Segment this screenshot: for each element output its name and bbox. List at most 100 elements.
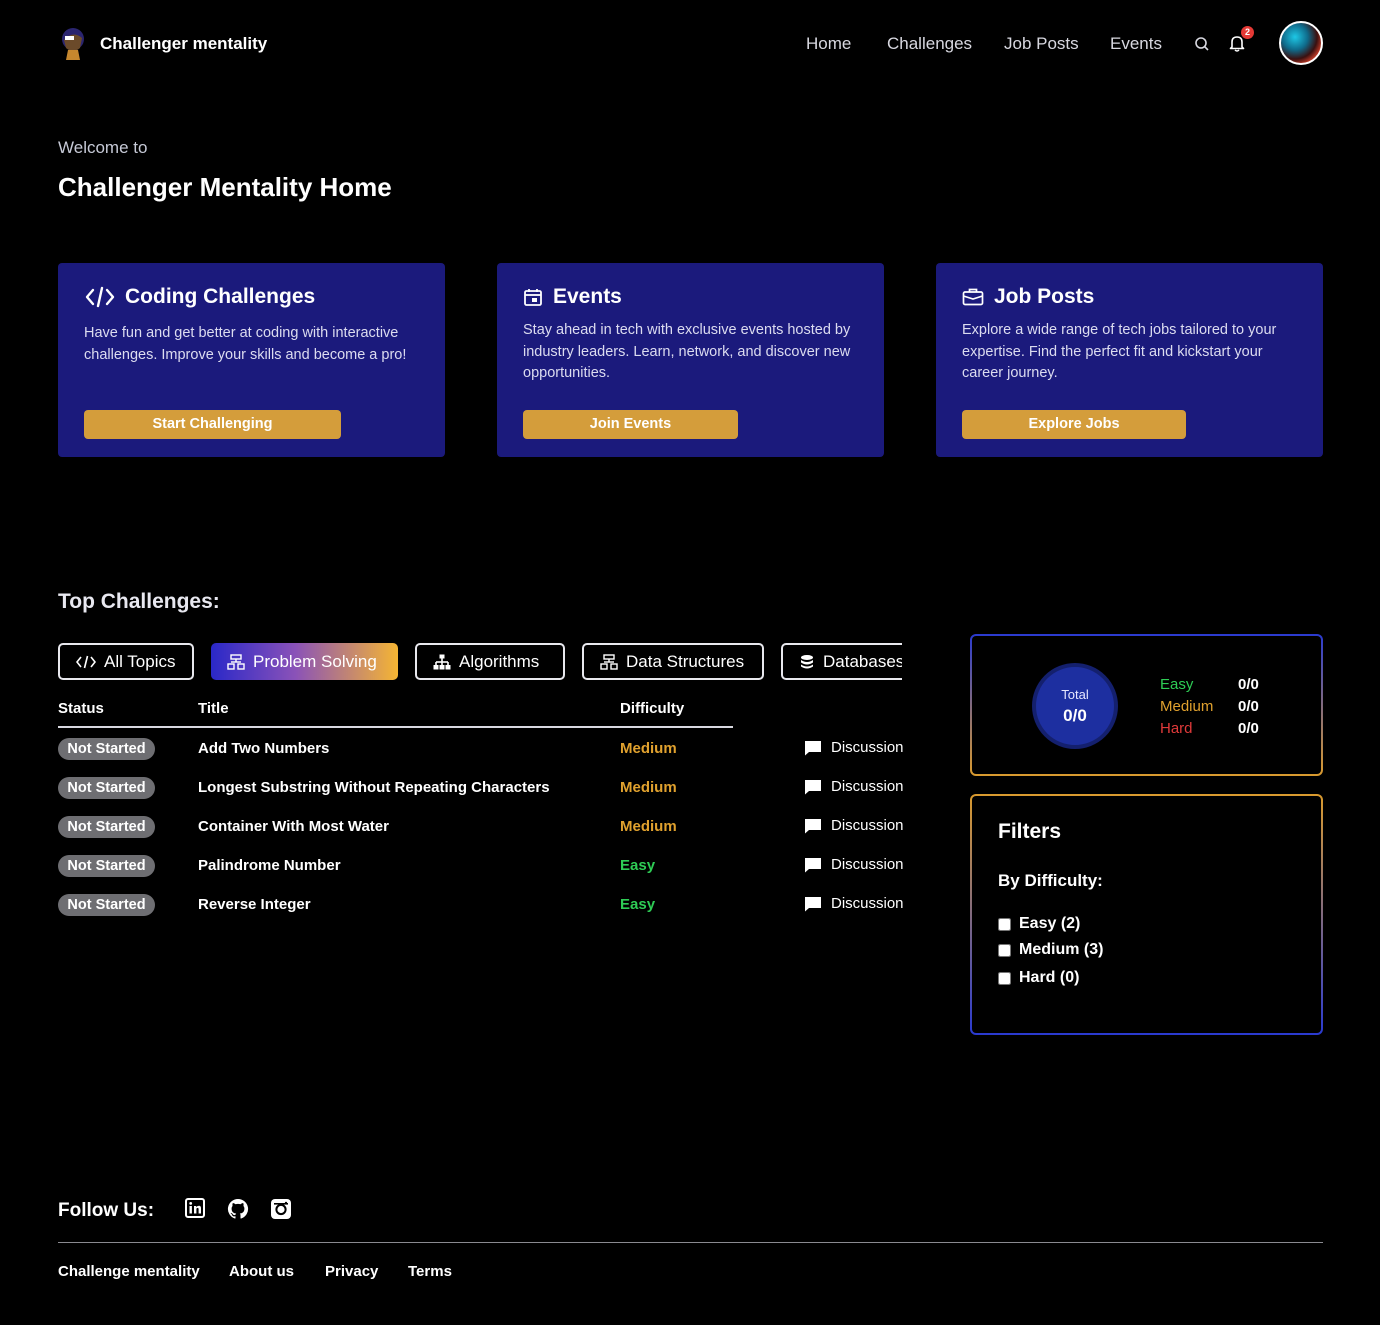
- filters-panel: Filters By Difficulty: Easy (2) Medium (…: [970, 794, 1323, 1035]
- card-title-text: Events: [553, 285, 622, 308]
- comment-icon: [805, 779, 821, 794]
- nav-events[interactable]: Events: [1110, 34, 1162, 54]
- database-icon: [801, 654, 813, 668]
- card-title-text: Coding Challenges: [125, 285, 316, 308]
- filter-easy[interactable]: Easy (2): [998, 915, 1080, 933]
- nav-job-posts[interactable]: Job Posts: [1004, 34, 1079, 54]
- status-badge: Not Started: [58, 816, 155, 838]
- github-icon[interactable]: [227, 1198, 249, 1220]
- diagram-icon: [227, 653, 245, 670]
- hard-label: Hard: [1160, 720, 1193, 737]
- card-description: Stay ahead in tech with exclusive events…: [523, 322, 851, 381]
- column-title[interactable]: Title: [198, 700, 229, 717]
- table-row: Not Started Reverse Integer Easy Discuss…: [58, 894, 904, 918]
- notification-badge: 2: [1241, 26, 1254, 39]
- footer-link-privacy[interactable]: Privacy: [325, 1263, 378, 1280]
- filter-label: Hard (0): [1019, 969, 1080, 986]
- tab-label: Databases: [823, 651, 902, 671]
- comment-icon: [805, 857, 821, 872]
- challenge-title[interactable]: Reverse Integer: [198, 896, 311, 913]
- tab-label: Algorithms: [459, 651, 540, 671]
- table-row: Not Started Longest Substring Without Re…: [58, 777, 904, 801]
- difficulty-label: Easy: [620, 896, 656, 913]
- brand-name[interactable]: Challenger mentality: [100, 34, 267, 54]
- diagram-icon: [600, 653, 618, 670]
- discussion-link[interactable]: Discussion: [804, 778, 904, 795]
- table-row: Not Started Container With Most Water Me…: [58, 816, 904, 840]
- search-icon[interactable]: [1194, 36, 1210, 52]
- medium-label: Medium: [1160, 698, 1214, 715]
- table-row: Not Started Add Two Numbers Medium Discu…: [58, 738, 904, 762]
- easy-value: 0/0: [1238, 676, 1259, 693]
- nav-challenges[interactable]: Challenges: [887, 34, 972, 54]
- filters-title: Filters: [998, 820, 1062, 843]
- challenge-title[interactable]: Container With Most Water: [198, 818, 389, 835]
- discussion-link[interactable]: Discussion: [804, 895, 904, 912]
- comment-icon: [805, 896, 821, 911]
- status-badge: Not Started: [58, 855, 155, 877]
- nav-home[interactable]: Home: [806, 34, 851, 54]
- briefcase-icon: [962, 288, 984, 306]
- medium-value: 0/0: [1238, 698, 1259, 715]
- card-description: Have fun and get better at coding with i…: [84, 325, 407, 363]
- job-posts-card: Job Posts Explore a wide range of tech j…: [936, 263, 1323, 457]
- tab-problem-solving[interactable]: Problem Solving: [211, 643, 398, 680]
- start-challenging-button[interactable]: Start Challenging: [84, 410, 341, 439]
- status-badge: Not Started: [58, 777, 155, 799]
- tab-data-structures[interactable]: Data Structures: [582, 643, 764, 680]
- total-progress-circle: Total 0/0: [1032, 663, 1118, 749]
- linkedin-icon[interactable]: [185, 1198, 205, 1218]
- discussion-link[interactable]: Discussion: [804, 856, 904, 873]
- card-title: Coding Challenges: [85, 285, 315, 309]
- card-title-text: Job Posts: [994, 285, 1095, 308]
- instagram-icon[interactable]: [270, 1198, 292, 1220]
- column-difficulty[interactable]: Difficulty: [620, 700, 684, 717]
- avatar[interactable]: [1279, 21, 1323, 65]
- calendar-icon: [524, 289, 542, 306]
- follow-us-label: Follow Us:: [58, 1200, 155, 1221]
- filter-label: Medium (3): [1019, 941, 1104, 958]
- card-description: Explore a wide range of tech jobs tailor…: [962, 322, 1277, 381]
- discussion-label: Discussion: [831, 778, 904, 795]
- tab-label: All Topics: [104, 651, 176, 671]
- filter-medium[interactable]: Medium (3): [998, 941, 1103, 959]
- filter-label: Easy (2): [1019, 915, 1081, 932]
- status-badge: Not Started: [58, 894, 155, 916]
- discussion-link[interactable]: Discussion: [804, 739, 904, 756]
- tab-all-topics[interactable]: All Topics: [58, 643, 194, 680]
- challenge-title[interactable]: Add Two Numbers: [198, 740, 329, 757]
- filter-hard[interactable]: Hard (0): [998, 969, 1079, 987]
- status-badge: Not Started: [58, 738, 155, 760]
- coding-challenges-card: Coding Challenges Have fun and get bette…: [58, 263, 445, 457]
- discussion-label: Discussion: [831, 856, 904, 873]
- footer-link-about[interactable]: About us: [229, 1263, 294, 1280]
- progress-stats-panel: Total 0/0 Easy 0/0 Medium 0/0 Hard 0/0: [970, 634, 1323, 776]
- top-header: Challenger mentality Home Challenges Job…: [0, 0, 1380, 90]
- filter-hard-checkbox[interactable]: [998, 971, 1011, 985]
- tab-algorithms[interactable]: Algorithms: [415, 643, 565, 680]
- discussion-link[interactable]: Discussion: [804, 817, 904, 834]
- filter-medium-checkbox[interactable]: [998, 943, 1011, 957]
- card-title: Job Posts: [962, 285, 1094, 309]
- footer-link-terms[interactable]: Terms: [408, 1263, 452, 1280]
- table-header-divider: [58, 726, 733, 728]
- column-status[interactable]: Status: [58, 700, 104, 717]
- filter-easy-checkbox[interactable]: [998, 917, 1011, 931]
- explore-jobs-button[interactable]: Explore Jobs: [962, 410, 1186, 439]
- topic-tabs: All Topics Problem Solving Algorithms Da…: [58, 643, 902, 681]
- page-title: Challenger Mentality Home: [58, 172, 392, 202]
- total-value: 0/0: [1063, 706, 1087, 725]
- code-icon: [85, 286, 115, 308]
- logo-icon[interactable]: [58, 26, 88, 60]
- events-card: Events Stay ahead in tech with exclusive…: [497, 263, 884, 457]
- easy-label: Easy: [1160, 676, 1194, 693]
- footer-link-home[interactable]: Challenge mentality: [58, 1263, 200, 1280]
- join-events-button[interactable]: Join Events: [523, 410, 738, 439]
- challenge-title[interactable]: Longest Substring Without Repeating Char…: [198, 779, 550, 796]
- difficulty-label: Easy: [620, 857, 656, 874]
- tab-databases[interactable]: Databases: [781, 643, 902, 680]
- difficulty-label: Medium: [620, 818, 677, 835]
- table-row: Not Started Palindrome Number Easy Discu…: [58, 855, 904, 879]
- code-icon: [76, 655, 96, 668]
- challenge-title[interactable]: Palindrome Number: [198, 857, 341, 874]
